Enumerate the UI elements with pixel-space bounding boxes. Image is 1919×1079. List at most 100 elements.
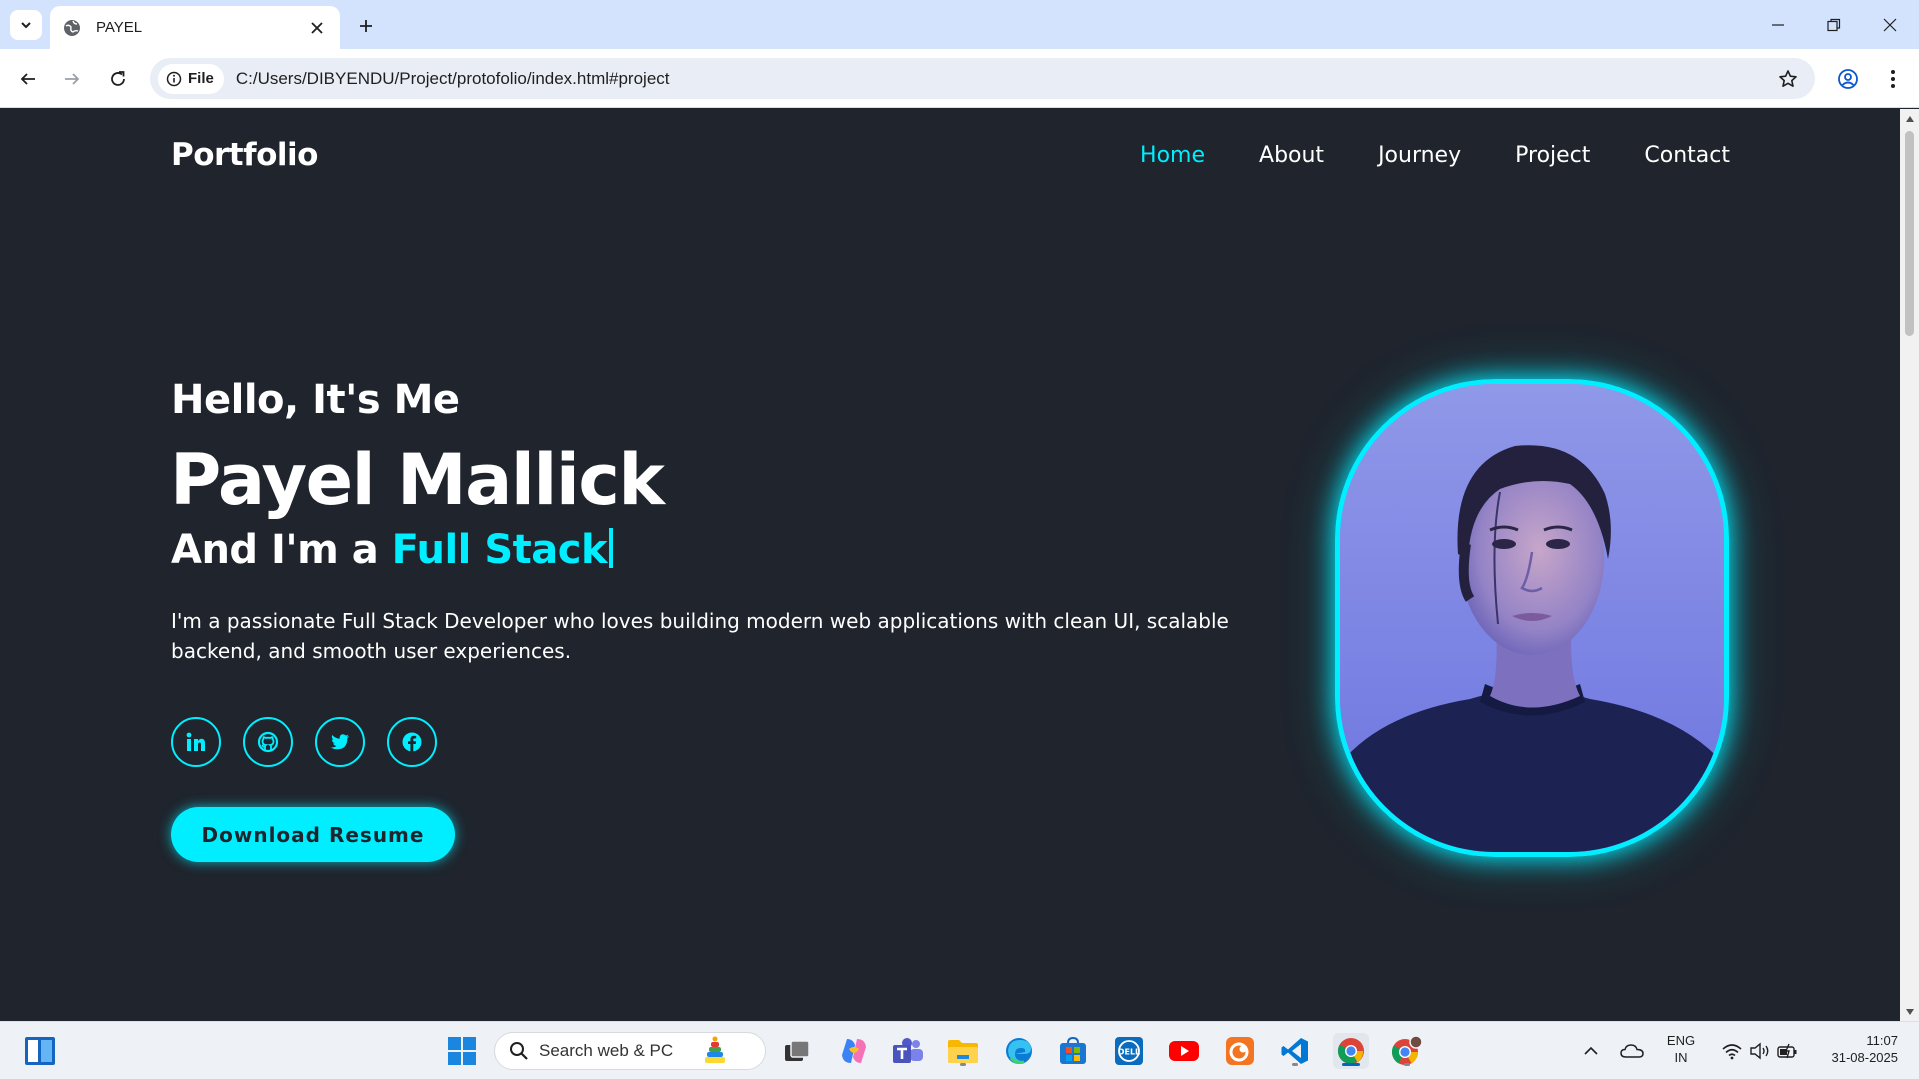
close-window-button[interactable] <box>1862 0 1918 49</box>
back-button[interactable] <box>12 63 44 95</box>
chevron-down-icon <box>21 22 31 29</box>
nav-about[interactable]: About <box>1259 143 1324 168</box>
github-icon <box>257 731 279 753</box>
profile-photo <box>1335 379 1729 857</box>
tab-search-button[interactable] <box>10 10 42 40</box>
forward-button[interactable] <box>56 63 88 95</box>
linkedin-link[interactable] <box>171 717 221 767</box>
scroll-thumb[interactable] <box>1905 131 1914 336</box>
plus-icon <box>360 20 372 32</box>
profile-icon <box>1838 69 1858 89</box>
browser-toolbar: File C:/Users/DIBYENDU/Project/protofoli… <box>0 49 1919 108</box>
task-view-button[interactable] <box>779 1033 815 1069</box>
twitter-link[interactable] <box>315 717 365 767</box>
nav-journey[interactable]: Journey <box>1378 143 1461 168</box>
hero-greeting: Hello, It's Me <box>171 377 460 423</box>
widgets-icon <box>25 1037 55 1065</box>
facebook-icon <box>402 732 422 752</box>
search-icon <box>510 1042 528 1060</box>
youtube-icon <box>1169 1041 1199 1061</box>
minimize-button[interactable] <box>1750 0 1806 49</box>
twitter-icon <box>330 734 349 750</box>
facebook-link[interactable] <box>387 717 437 767</box>
page-viewport: Portfolio Home About Journey Project Con… <box>0 109 1900 1021</box>
store-icon <box>1060 1036 1086 1064</box>
chrome-profile-button[interactable] <box>1389 1033 1425 1069</box>
address-bar[interactable]: File C:/Users/DIBYENDU/Project/protofoli… <box>150 58 1815 99</box>
page-scrollbar[interactable] <box>1900 109 1919 1021</box>
language-indicator[interactable]: ENG IN <box>1660 1032 1702 1066</box>
running-indicator <box>960 1063 966 1066</box>
typing-cursor <box>609 528 614 568</box>
clock-time: 11:07 <box>1866 1033 1898 1048</box>
dell-app-button[interactable]: DELL <box>1111 1033 1147 1069</box>
task-view-icon <box>785 1040 810 1061</box>
copilot-button[interactable] <box>836 1033 872 1069</box>
scroll-down-arrow[interactable] <box>1904 1006 1915 1017</box>
crunchyroll-button[interactable] <box>1222 1033 1258 1069</box>
show-hidden-icons-button[interactable] <box>1575 1033 1607 1069</box>
browser-tab[interactable]: PAYEL <box>50 6 340 49</box>
url-text[interactable]: C:/Users/DIBYENDU/Project/protofolio/ind… <box>236 69 670 89</box>
chrome-button[interactable] <box>1333 1033 1369 1069</box>
language-code: ENG <box>1666 1033 1696 1048</box>
start-button[interactable] <box>444 1033 480 1069</box>
role-highlight: Full Stack <box>391 527 608 573</box>
copilot-icon <box>842 1039 866 1063</box>
close-icon <box>1883 18 1897 31</box>
menu-button[interactable] <box>1877 63 1909 95</box>
social-links <box>171 717 437 767</box>
cloud-icon <box>1620 1044 1644 1058</box>
teams-button[interactable] <box>890 1033 926 1069</box>
linkedin-icon <box>186 732 205 751</box>
clock[interactable]: 11:07 31-08-2025 <box>1812 1032 1912 1066</box>
battery-icon <box>1777 1043 1797 1059</box>
region-code: IN <box>1674 1050 1688 1065</box>
edge-button[interactable] <box>1001 1033 1037 1069</box>
bookmark-button[interactable] <box>1773 64 1803 94</box>
restore-button[interactable] <box>1806 0 1862 49</box>
windows-logo-icon <box>448 1037 476 1065</box>
portrait-image <box>1340 384 1724 852</box>
globe-icon <box>64 19 80 36</box>
vscode-icon <box>1281 1038 1308 1064</box>
restore-icon <box>1827 18 1841 31</box>
scroll-up-arrow[interactable] <box>1904 113 1915 124</box>
nav-project[interactable]: Project <box>1515 143 1590 168</box>
dell-icon: DELL <box>1115 1037 1143 1065</box>
windows-taskbar: Search web & PC DELL ENG IN 11:07 31-08-… <box>0 1021 1919 1079</box>
reload-button[interactable] <box>102 63 134 95</box>
vscode-button[interactable] <box>1277 1033 1313 1069</box>
volume-icon <box>1750 1042 1769 1060</box>
nav-home[interactable]: Home <box>1140 143 1205 168</box>
store-button[interactable] <box>1055 1033 1091 1069</box>
widgets-button[interactable] <box>22 1033 58 1069</box>
tab-title: PAYEL <box>96 19 143 36</box>
triangle-up-icon <box>1905 115 1914 122</box>
hero-name: Payel Mallick <box>170 439 665 521</box>
clock-date: 31-08-2025 <box>1831 1050 1899 1065</box>
arrow-left-icon <box>20 73 35 85</box>
svg-text:DELL: DELL <box>1118 1048 1140 1057</box>
hero-role: And I'm a Full Stack <box>171 527 614 573</box>
teams-icon <box>893 1038 923 1063</box>
arrow-right-icon <box>65 73 80 85</box>
github-link[interactable] <box>243 717 293 767</box>
download-resume-button[interactable]: Download Resume <box>171 807 455 862</box>
file-explorer-button[interactable] <box>945 1033 981 1069</box>
profile-button[interactable] <box>1832 63 1864 95</box>
new-tab-button[interactable] <box>352 12 380 40</box>
browser-tab-strip: PAYEL <box>0 0 1919 49</box>
youtube-button[interactable] <box>1166 1033 1202 1069</box>
onedrive-button[interactable] <box>1615 1033 1649 1069</box>
quick-settings-button[interactable] <box>1712 1033 1808 1069</box>
close-tab-button[interactable] <box>306 17 328 39</box>
active-indicator <box>1342 1063 1360 1066</box>
star-icon <box>1779 70 1797 87</box>
nav-contact[interactable]: Contact <box>1644 143 1730 168</box>
site-logo[interactable]: Portfolio <box>171 137 318 173</box>
site-info-chip[interactable]: File <box>158 63 224 94</box>
taskbar-search[interactable]: Search web & PC <box>494 1032 766 1070</box>
running-indicator <box>1404 1063 1410 1066</box>
main-nav: Home About Journey Project Contact <box>1140 143 1730 168</box>
